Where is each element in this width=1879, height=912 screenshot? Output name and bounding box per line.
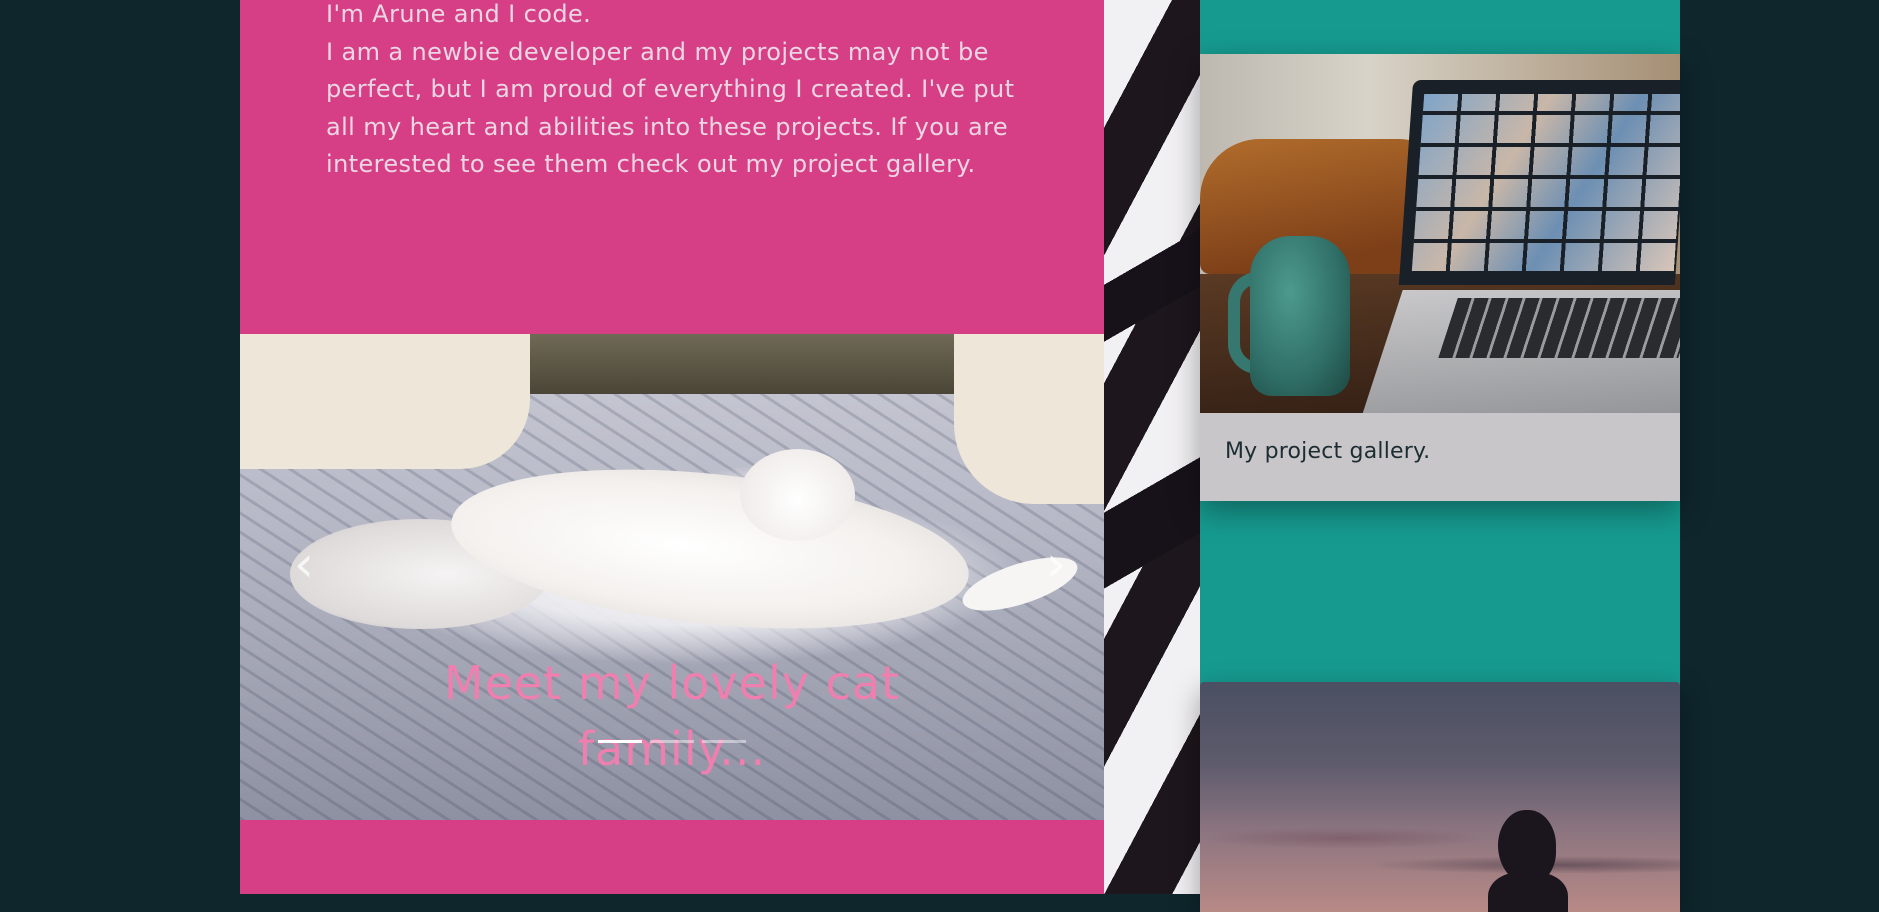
coffee-mug bbox=[1250, 236, 1350, 396]
sunset-card[interactable] bbox=[1200, 682, 1680, 912]
video-call-grid bbox=[1411, 94, 1680, 271]
intro-text: I'm Arune and I code. I am a newbie deve… bbox=[326, 0, 1026, 184]
sunset-silhouette-image bbox=[1200, 682, 1680, 912]
cat-carousel: ‹ › Meet my lovely cat family... bbox=[240, 334, 1104, 820]
chevron-left-icon: ‹ bbox=[294, 535, 314, 593]
about-section: I'm Arune and I code. I am a newbie deve… bbox=[240, 0, 1104, 894]
carousel-indicator[interactable] bbox=[650, 740, 694, 743]
carousel-caption: Meet my lovely cat family... bbox=[443, 656, 901, 776]
cat-head bbox=[740, 449, 855, 541]
pillow-right bbox=[954, 334, 1104, 504]
project-gallery-card[interactable]: My project gallery. bbox=[1200, 54, 1680, 501]
laptop-keyboard bbox=[1438, 298, 1680, 358]
carousel-next-button[interactable]: › bbox=[1036, 534, 1076, 594]
intro-heading: I'm Arune and I code. bbox=[326, 0, 592, 28]
chevron-right-icon: › bbox=[1046, 535, 1066, 593]
pillow-left bbox=[240, 334, 530, 469]
intro-body: I am a newbie developer and my projects … bbox=[326, 37, 1015, 179]
carousel-indicator[interactable] bbox=[702, 740, 746, 743]
carousel-indicator[interactable] bbox=[598, 740, 642, 743]
coffee-laptop-image bbox=[1200, 54, 1680, 413]
cat-body bbox=[443, 447, 977, 651]
decorative-stripes-image bbox=[1104, 0, 1200, 894]
carousel-indicators bbox=[588, 740, 756, 750]
laptop-screen bbox=[1398, 80, 1680, 285]
project-gallery-link[interactable]: My project gallery. bbox=[1225, 439, 1430, 464]
clouds bbox=[1200, 802, 1680, 892]
carousel-prev-button[interactable]: ‹ bbox=[284, 534, 324, 594]
gallery-column: My project gallery. bbox=[1200, 0, 1680, 912]
silhouette-head bbox=[1498, 810, 1556, 884]
